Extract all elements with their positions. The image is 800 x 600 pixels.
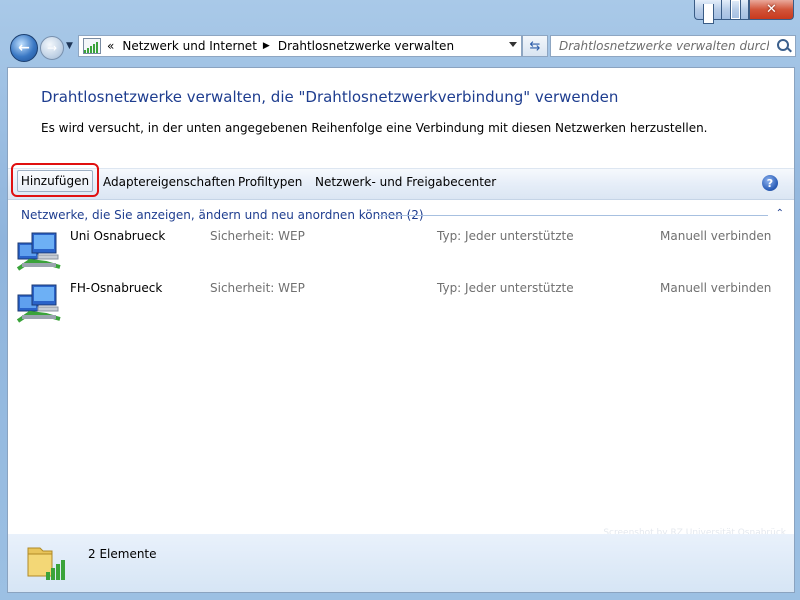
- navigation-bar: ← → ▼ « Netzwerk und Internet ▶ Drahtlos…: [6, 31, 796, 62]
- content-pane: Drahtlosnetzwerke verwalten, die "Drahtl…: [7, 67, 795, 538]
- command-toolbar: Hinzufügen Adaptereigenschaften Profilty…: [8, 163, 794, 200]
- help-icon[interactable]: ?: [762, 175, 778, 191]
- wireless-network-icon: [16, 284, 61, 323]
- network-type: Typ: Jeder unterstützte: [437, 229, 574, 243]
- address-bar[interactable]: « Netzwerk und Internet ▶ Drahtlosnetzwe…: [78, 35, 522, 57]
- network-security: Sicherheit: WEP: [210, 229, 305, 243]
- search-input[interactable]: Drahtlosnetzwerke verwalten durchsu...: [559, 39, 769, 53]
- search-icon[interactable]: [777, 39, 789, 51]
- forward-arrow-icon: →: [46, 41, 58, 55]
- back-arrow-icon: ←: [18, 40, 30, 56]
- breadcrumb-item-manage-wireless[interactable]: Drahtlosnetzwerke verwalten: [278, 39, 454, 53]
- chevron-down-icon: ▼: [66, 41, 73, 51]
- add-button[interactable]: Hinzufügen: [17, 170, 93, 192]
- wireless-network-icon: [16, 232, 61, 271]
- maximize-button[interactable]: [721, 0, 749, 20]
- network-name: Uni Osnabrueck: [70, 229, 166, 243]
- refresh-button[interactable]: ⇆: [522, 35, 548, 57]
- network-row[interactable]: Uni Osnabrueck Sicherheit: WEP Typ: Jede…: [16, 229, 786, 279]
- minimize-button[interactable]: [694, 0, 721, 24]
- network-sharing-center-button[interactable]: Netzwerk- und Freigabecenter: [315, 175, 496, 189]
- window-controls: ✕: [694, 0, 794, 24]
- profile-types-button[interactable]: Profiltypen: [238, 175, 302, 189]
- network-folder-icon: [27, 547, 65, 580]
- explorer-window: ✕ ← → ▼ « Netzwerk und Internet ▶ Drahtl…: [0, 0, 800, 600]
- address-dropdown-icon[interactable]: [509, 42, 517, 47]
- status-bar: 2 Elemente: [7, 534, 795, 593]
- collapse-chevron-icon[interactable]: ⌃: [776, 208, 784, 219]
- network-group-header[interactable]: Netzwerke, die Sie anzeigen, ändern und …: [21, 208, 424, 222]
- network-connect-mode: Manuell verbinden: [660, 229, 772, 243]
- adapter-properties-button[interactable]: Adaptereigenschaften: [103, 175, 235, 189]
- network-signal-icon: [83, 38, 101, 54]
- page-description: Es wird versucht, in der unten angegeben…: [41, 121, 708, 135]
- network-connect-mode: Manuell verbinden: [660, 281, 772, 295]
- network-type: Typ: Jeder unterstützte: [437, 281, 574, 295]
- close-icon: ✕: [766, 2, 777, 17]
- search-box[interactable]: Drahtlosnetzwerke verwalten durchsu...: [550, 35, 796, 57]
- page-title: Drahtlosnetzwerke verwalten, die "Drahtl…: [41, 88, 619, 106]
- minimize-icon: [702, 3, 714, 24]
- network-row[interactable]: FH-Osnabrueck Sicherheit: WEP Typ: Jeder…: [16, 281, 786, 331]
- breadcrumb-item-network-internet[interactable]: Netzwerk und Internet: [122, 39, 257, 53]
- history-dropdown-button[interactable]: ▼: [66, 41, 73, 51]
- network-name: FH-Osnabrueck: [70, 281, 163, 295]
- network-security: Sicherheit: WEP: [210, 281, 305, 295]
- chevron-right-icon[interactable]: ▶: [263, 41, 270, 51]
- group-divider: [378, 215, 768, 216]
- close-button[interactable]: ✕: [749, 0, 794, 20]
- refresh-icon: ⇆: [529, 38, 541, 54]
- add-button-highlight: Hinzufügen: [11, 163, 99, 197]
- maximize-icon: [729, 0, 741, 20]
- breadcrumb: « Netzwerk und Internet ▶ Drahtlosnetzwe…: [107, 39, 454, 53]
- back-button[interactable]: ←: [10, 34, 38, 62]
- forward-button[interactable]: →: [40, 36, 64, 60]
- item-count: 2 Elemente: [88, 547, 157, 561]
- breadcrumb-overflow[interactable]: «: [107, 39, 114, 53]
